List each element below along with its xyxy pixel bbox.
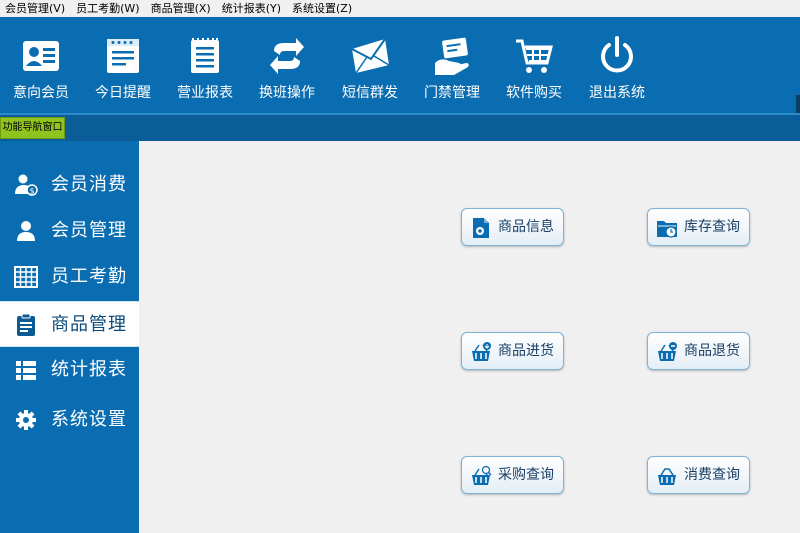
toolbar-bulk-sms-button[interactable]: 短信群发 (329, 17, 411, 113)
basket-icon (658, 468, 676, 485)
cart-icon (516, 39, 553, 73)
sidebar-item-label: 系统设置 (51, 409, 127, 430)
sidebar-item-member-management[interactable]: 会员管理 (0, 208, 139, 254)
button-label: 商品进货 (498, 343, 554, 359)
menu-system-settings[interactable]: 系统设置(Z) (287, 0, 358, 17)
product-return-button[interactable]: 商品退货 (647, 332, 750, 370)
basket-in-icon (472, 342, 491, 361)
inventory-query-button[interactable]: 库存查询 (647, 208, 750, 246)
button-label: 采购查询 (498, 467, 554, 483)
folder-clock-icon (657, 221, 677, 238)
toolbar-today-reminders-button[interactable]: 今日提醒 (82, 17, 164, 113)
toolbar-label: 营业报表 (177, 85, 233, 101)
toolbar-shift-change-button[interactable]: 换班操作 (246, 17, 328, 113)
notepad-icon (107, 39, 139, 73)
sidebar-item-system-settings[interactable]: 系统设置 (0, 397, 139, 443)
sidebar-item-statistics-reports[interactable]: 统计报表 (0, 347, 139, 393)
sidebar-item-label: 统计报表 (51, 359, 127, 380)
toolbar-label: 今日提醒 (95, 85, 151, 101)
sidebar-item-staff-attendance[interactable]: 员工考勤 (0, 254, 139, 300)
list-icon (16, 361, 36, 380)
product-purchase-button[interactable]: 商品进货 (461, 332, 564, 370)
swap-icon (270, 38, 304, 74)
menu-member-management[interactable]: 会员管理(V) (0, 0, 71, 17)
main-content: 商品信息 库存查询 商品进货 商品退货 采购查询 消费查询 (139, 141, 800, 533)
power-icon (601, 36, 633, 73)
clipboard-icon (17, 314, 35, 336)
menu-statistics-reports[interactable]: 统计报表(Y) (217, 0, 287, 17)
menu-staff-attendance[interactable]: 员工考勤(W) (71, 0, 145, 17)
sidebar-item-label: 会员消费 (51, 174, 127, 195)
button-label: 消费查询 (684, 467, 740, 483)
report-icon (191, 38, 219, 73)
purchase-query-button[interactable]: 采购查询 (461, 456, 564, 494)
toolbar-exit-button[interactable]: 退出系统 (576, 17, 658, 113)
toolbar-label: 退出系统 (589, 85, 645, 101)
sidebar-item-label: 员工考勤 (51, 266, 127, 287)
user-icon (17, 221, 35, 241)
toolbar-label: 意向会员 (13, 85, 69, 101)
button-label: 商品退货 (684, 343, 740, 359)
product-info-button[interactable]: 商品信息 (461, 208, 564, 246)
basket-return-icon (658, 342, 677, 361)
tab-function-navigation[interactable]: 功能导航窗口 (0, 117, 65, 139)
basket-search-icon (472, 465, 492, 485)
card-hand-icon (435, 37, 469, 75)
button-label: 商品信息 (498, 219, 554, 235)
button-label: 库存查询 (684, 219, 740, 235)
tab-strip (0, 113, 800, 141)
sidebar-item-label: 会员管理 (51, 220, 127, 241)
member-payment-icon: $ (15, 174, 38, 196)
toolbar-label: 短信群发 (342, 85, 398, 101)
toolbar-access-control-button[interactable]: 门禁管理 (411, 17, 493, 113)
menu-bar: 会员管理(V) 员工考勤(W) 商品管理(X) 统计报表(Y) 系统设置(Z) (0, 0, 800, 17)
gear-icon (16, 410, 36, 430)
envelope-icon (351, 38, 390, 74)
sidebar: $ 会员消费 会员管理 员工考勤 商品管理 统计报表 系统设置 (0, 141, 139, 533)
menu-product-management[interactable]: 商品管理(X) (146, 0, 217, 17)
toolbar: 意向会员 今日提醒 营业报表 换班操作 短信群发 门禁管理 软件购买 退出系统 (0, 17, 800, 115)
id-card-icon (23, 41, 59, 71)
toolbar-edge-divider (796, 95, 800, 115)
svg-text:$: $ (29, 187, 34, 196)
sidebar-item-label: 商品管理 (51, 314, 127, 335)
strip-highlight (0, 113, 800, 115)
toolbar-label: 软件购买 (506, 85, 562, 101)
consumption-query-button[interactable]: 消费查询 (647, 456, 750, 494)
toolbar-label: 门禁管理 (424, 85, 480, 101)
sidebar-item-product-management[interactable]: 商品管理 (0, 301, 139, 347)
sidebar-item-member-consumption[interactable]: $ 会员消费 (0, 162, 139, 208)
toolbar-buy-software-button[interactable]: 软件购买 (493, 17, 575, 113)
toolbar-business-report-button[interactable]: 营业报表 (164, 17, 246, 113)
toolbar-prospective-members-button[interactable]: 意向会员 (0, 17, 82, 113)
toolbar-label: 换班操作 (259, 85, 315, 101)
product-doc-icon (473, 218, 489, 238)
calendar-grid-icon (14, 266, 38, 288)
